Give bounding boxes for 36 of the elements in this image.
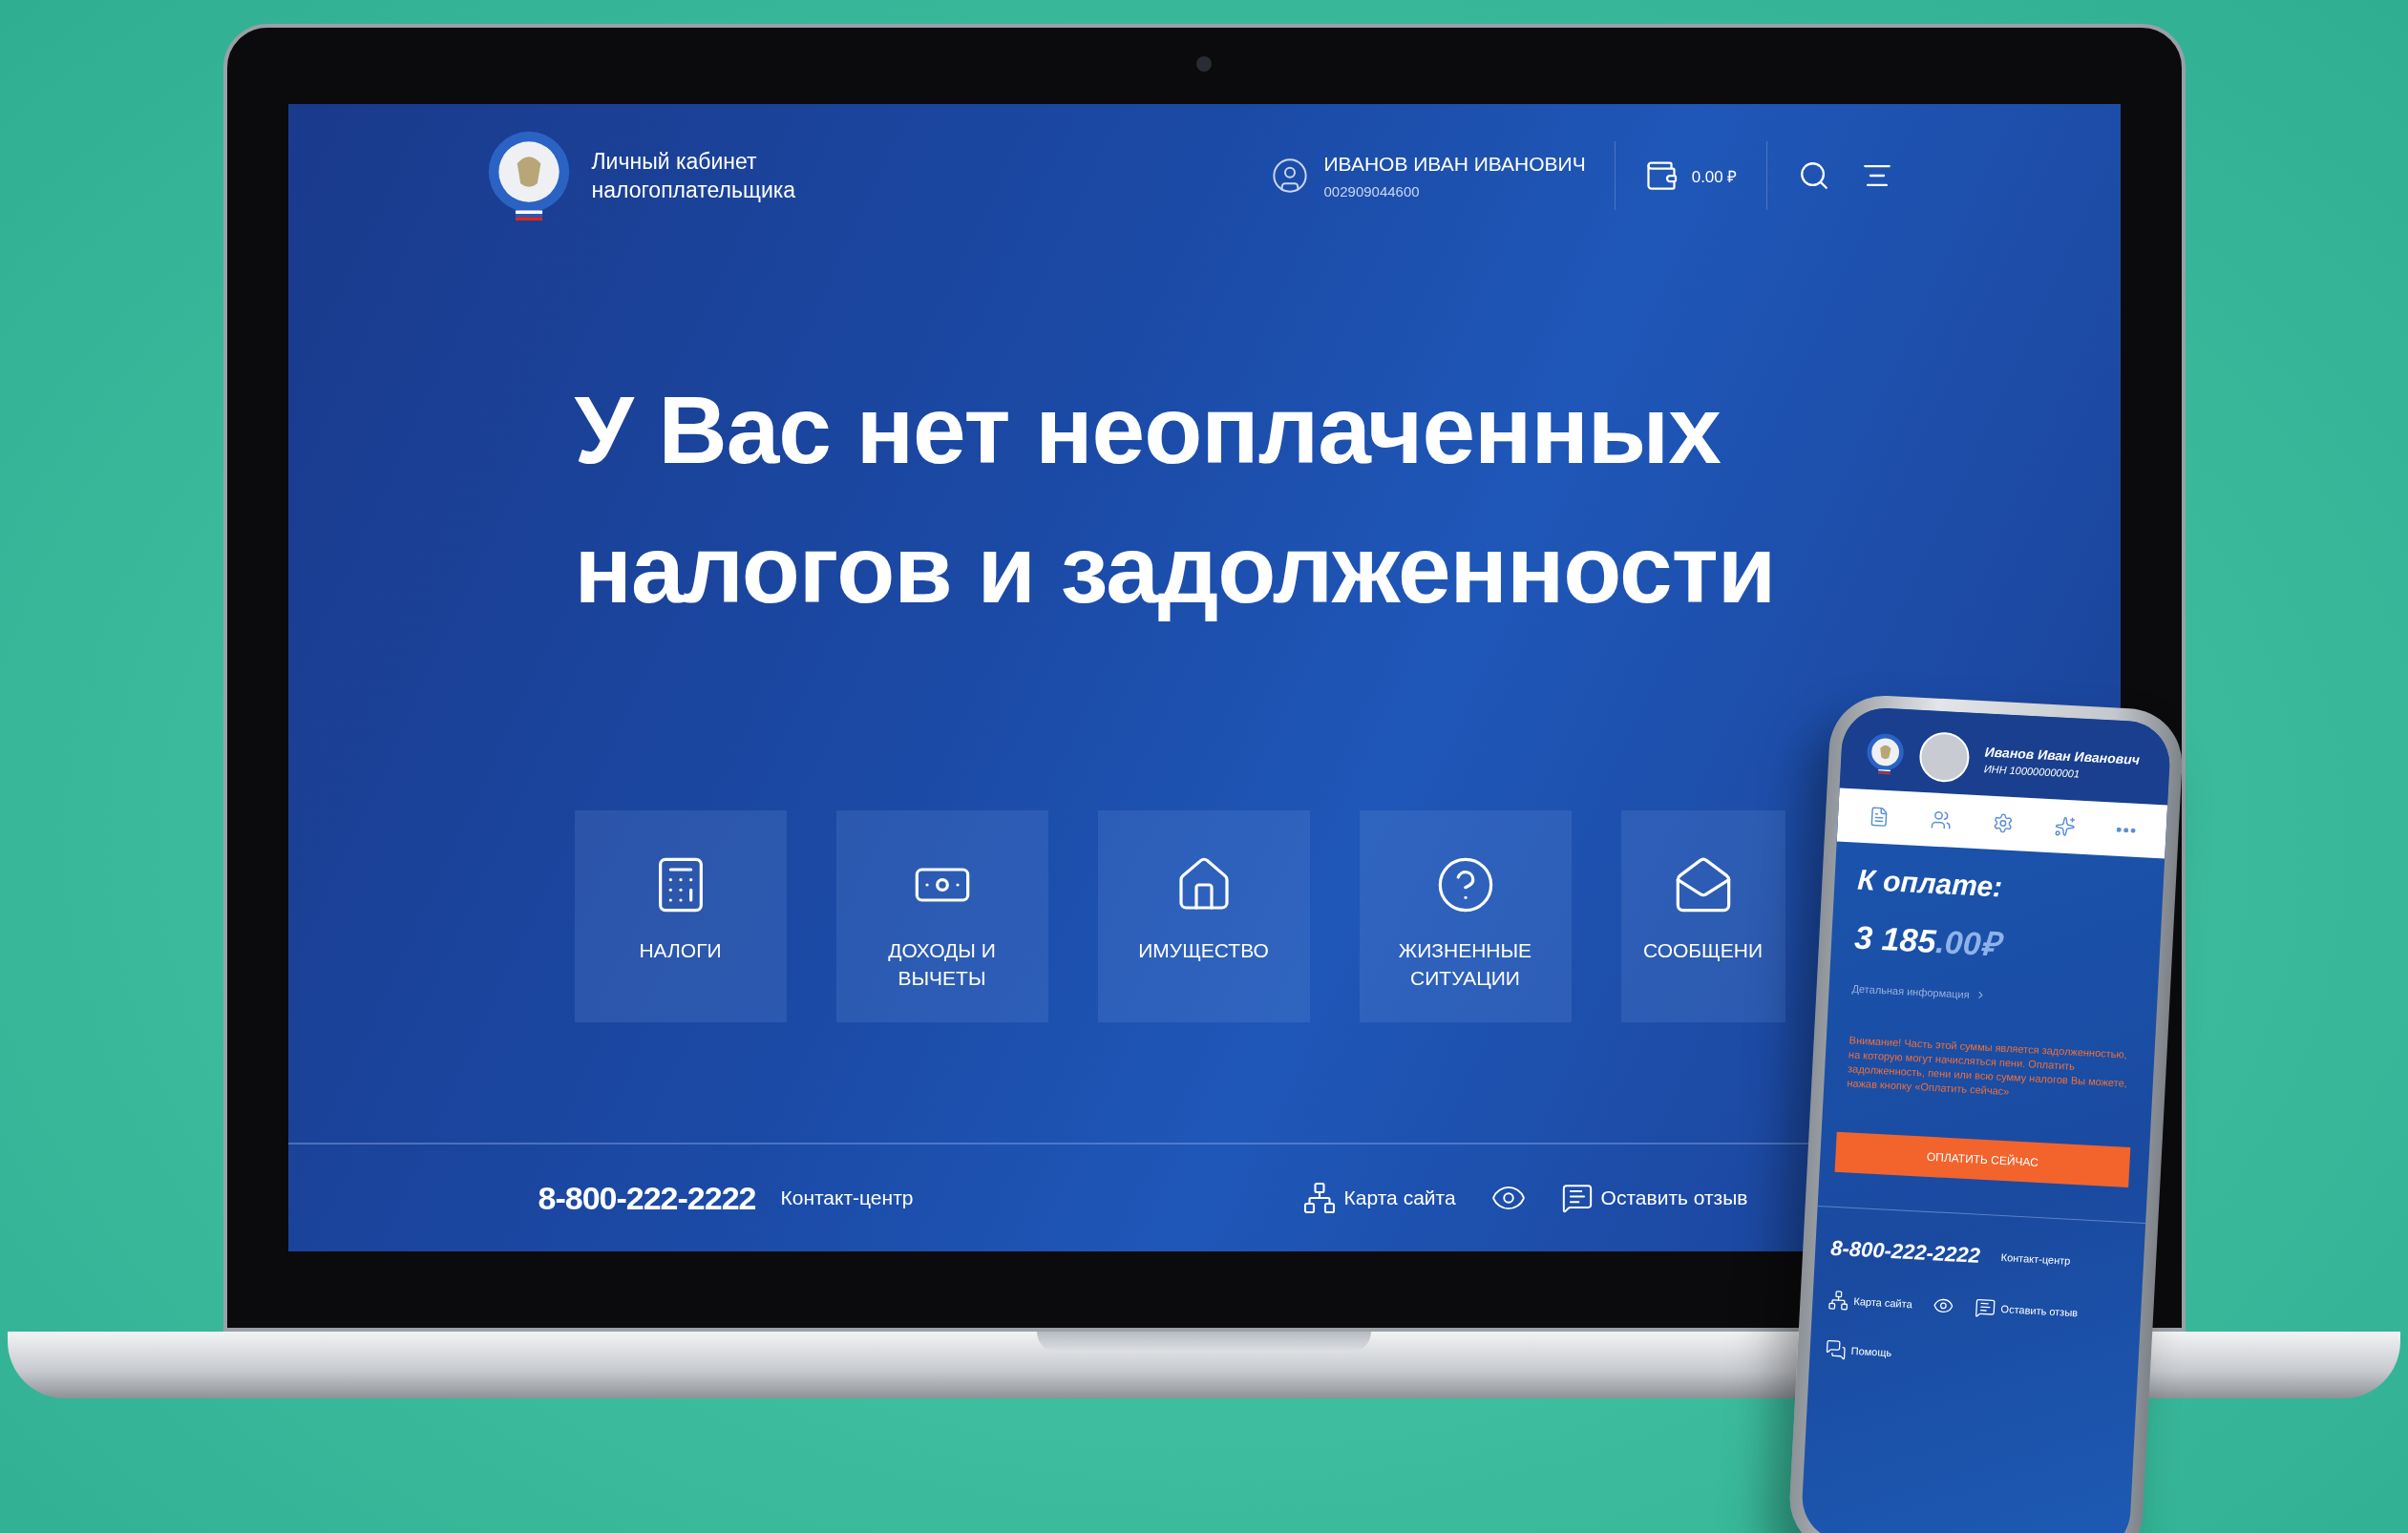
- feedback-link[interactable]: Оставить отзыв: [1560, 1182, 1748, 1214]
- details-link[interactable]: Детальная информация: [1851, 981, 1970, 1001]
- headline: У Вас нет неоплаченных налогов и задолженности: [574, 375, 1777, 624]
- phone-number: 8-800-222-2222: [1829, 1235, 1981, 1269]
- gear-icon: [1992, 811, 2015, 835]
- comment-icon: [1975, 1296, 1997, 1319]
- sparkle-icon: [2054, 815, 2077, 838]
- category-tile[interactable]: НАЛОГИ: [574, 810, 787, 1022]
- contact-center-label: Контакт-центр: [2000, 1251, 2071, 1267]
- more-icon: [2116, 827, 2137, 833]
- user-inn: 002909044600: [1323, 182, 1421, 200]
- contact-center-label: Контакт-центр: [780, 1186, 914, 1209]
- sitemap-link[interactable]: Карта сайта: [1301, 1181, 1456, 1215]
- warning-text: Внимание! Часть этой суммы является задолженностью, на которую могут начисляться пени. Оплатить задолженность, пени или всю сумму налогов Вы можете, нажав кнопку «Оплатить сейчас»: [1847, 1033, 2129, 1100]
- webcam-icon: [1196, 56, 1212, 72]
- sitemap-link[interactable]: Карта сайта: [1827, 1289, 1913, 1315]
- sitemap-icon: [1827, 1289, 1850, 1312]
- user-icon: [1270, 157, 1309, 195]
- category-tile[interactable]: ДОХОДЫ И ВЫЧЕТЫ: [835, 810, 1048, 1022]
- user-name[interactable]: ИВАНОВ ИВАН ИВАНОВИЧ: [1323, 152, 1586, 176]
- comment-icon: [1560, 1182, 1594, 1214]
- payment-title: К оплате:: [1856, 863, 2004, 905]
- logo-icon: [486, 129, 571, 222]
- feedback-link[interactable]: Оставить отзыв: [1975, 1296, 2079, 1324]
- phone-number: 8-800-222-2222: [538, 1179, 756, 1217]
- chat-icon: [1825, 1338, 1848, 1361]
- balance-amount: 0.00 ₽: [1691, 166, 1738, 187]
- phone-user-inn: ИНН 100000000001: [1983, 763, 2081, 782]
- category-tile[interactable]: СООБЩЕНИ: [1620, 810, 1785, 1022]
- site-title: Личный кабинет налогоплательщика: [591, 148, 796, 204]
- category-tile[interactable]: ИМУЩЕСТВО: [1097, 810, 1310, 1022]
- people-icon: [1930, 808, 1953, 831]
- category-tile[interactable]: ЖИЗНЕННЫЕ СИТУАЦИИ: [1359, 810, 1572, 1022]
- help-link[interactable]: Помощь: [1825, 1338, 1892, 1364]
- logo-icon: [1865, 731, 1906, 776]
- sitemap-icon: [1301, 1181, 1337, 1215]
